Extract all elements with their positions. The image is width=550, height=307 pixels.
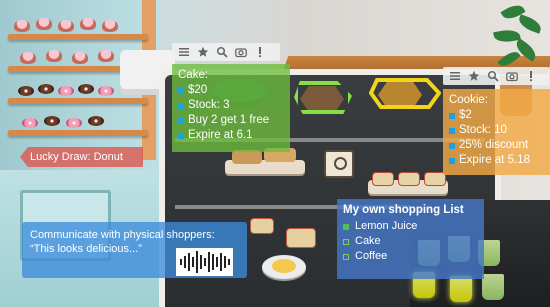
- cookie-card-title: Cookie:: [449, 94, 488, 106]
- cake-card-title: Cake:: [178, 69, 209, 81]
- shelf-board: [8, 130, 148, 136]
- pastry: [398, 172, 420, 186]
- donut: [98, 86, 114, 96]
- cookie-card-toolbar: [443, 67, 549, 85]
- cookie-expire-row: Expire at 5.18: [449, 153, 544, 168]
- star-icon[interactable]: [467, 69, 481, 83]
- cookie-highlight-outline[interactable]: [369, 78, 441, 109]
- bullet-icon: [449, 142, 455, 149]
- cake-price-row: $20: [178, 83, 284, 98]
- zoom-icon[interactable]: [486, 69, 500, 83]
- toast: [250, 218, 274, 234]
- communicate-heading: Communicate with physical shoppers:: [30, 229, 215, 241]
- cake-expire: Expire at 6.1: [188, 129, 253, 141]
- juice-cup: [482, 274, 504, 300]
- cupcake: [80, 18, 96, 30]
- bullet-icon: [449, 112, 455, 119]
- info-icon[interactable]: [524, 69, 538, 83]
- ar-bakery-scene: Cake: $20 Stock: 3 Buy 2 get 1 free Expi…: [0, 0, 550, 307]
- cake-info-card[interactable]: Cake: $20 Stock: 3 Buy 2 get 1 free Expi…: [172, 64, 290, 152]
- cookie-promo: 25% discount: [459, 139, 529, 151]
- donut: [18, 86, 34, 96]
- bullet-icon: [178, 132, 184, 139]
- bullet-icon: [178, 102, 184, 109]
- wall-clock: [324, 150, 354, 178]
- list-item[interactable]: Cake: [343, 234, 478, 249]
- bullet-icon: [178, 117, 184, 124]
- checkbox-unchecked-icon[interactable]: [343, 238, 349, 245]
- cake-price: $20: [188, 84, 208, 96]
- shelf-board: [8, 98, 148, 104]
- info-icon[interactable]: [253, 45, 267, 59]
- cookie-promo-row: 25% discount: [449, 138, 544, 153]
- donut: [66, 118, 82, 128]
- donut: [78, 84, 94, 94]
- cookie-info-card[interactable]: Cookie: $2 Stock: 10 25% discount Expire…: [443, 89, 550, 175]
- cake-promo: Buy 2 get 1 free: [188, 114, 270, 126]
- cupcake: [98, 50, 114, 62]
- shopping-list-title: My own shopping List: [343, 204, 464, 216]
- bullet-icon: [449, 127, 455, 134]
- cake-expire-row: Expire at 6.1: [178, 128, 284, 143]
- list-item-label: Lemon Juice: [355, 220, 418, 232]
- cake-stock-row: Stock: 3: [178, 98, 284, 113]
- toast: [286, 228, 316, 248]
- cupcake: [72, 52, 88, 64]
- donut: [88, 116, 104, 126]
- cupcake: [102, 20, 118, 32]
- donut: [22, 118, 38, 128]
- cookie-stock: Stock: 10: [459, 124, 507, 136]
- cake-promo-row: Buy 2 get 1 free: [178, 113, 284, 128]
- menu-icon[interactable]: [448, 69, 462, 83]
- cupcake: [14, 20, 30, 32]
- checkbox-unchecked-icon[interactable]: [343, 253, 349, 260]
- checkbox-checked-icon[interactable]: [343, 223, 349, 230]
- cupcake: [36, 18, 52, 30]
- cookie-stock-row: Stock: 10: [449, 123, 544, 138]
- cupcake: [58, 20, 74, 32]
- cookie-price-row: $2: [449, 108, 544, 123]
- zoom-icon[interactable]: [215, 45, 229, 59]
- sandwich: [232, 150, 262, 164]
- list-item-label: Coffee: [355, 250, 388, 262]
- cupcake: [46, 50, 62, 62]
- shelf-board: [8, 34, 148, 40]
- shopping-list-panel[interactable]: My own shopping List Lemon Juice Cake Co…: [337, 199, 484, 279]
- donut: [44, 116, 60, 126]
- cookie-expire: Expire at 5.18: [459, 154, 530, 166]
- list-item-label: Cake: [355, 235, 381, 247]
- lucky-draw-tag[interactable]: Lucky Draw: Donut: [20, 147, 143, 167]
- bullet-icon: [178, 87, 184, 94]
- voice-waveform-icon[interactable]: [176, 248, 233, 276]
- cupcake: [20, 52, 36, 64]
- lemon-juice-cup-highlighted: [450, 276, 472, 302]
- star-icon[interactable]: [196, 45, 210, 59]
- menu-icon[interactable]: [177, 45, 191, 59]
- donut: [38, 84, 54, 94]
- cake-stock: Stock: 3: [188, 99, 230, 111]
- list-item[interactable]: Lemon Juice: [343, 219, 478, 234]
- cookie-price: $2: [459, 109, 472, 121]
- camera-icon[interactable]: [234, 45, 248, 59]
- cake-card-toolbar: [172, 43, 280, 61]
- bullet-icon: [449, 157, 455, 164]
- list-item[interactable]: Coffee: [343, 249, 478, 264]
- donut: [58, 86, 74, 96]
- camera-icon[interactable]: [505, 69, 519, 83]
- pastry: [372, 172, 394, 186]
- egg-toast: [272, 259, 296, 273]
- potted-plant: [488, 0, 550, 70]
